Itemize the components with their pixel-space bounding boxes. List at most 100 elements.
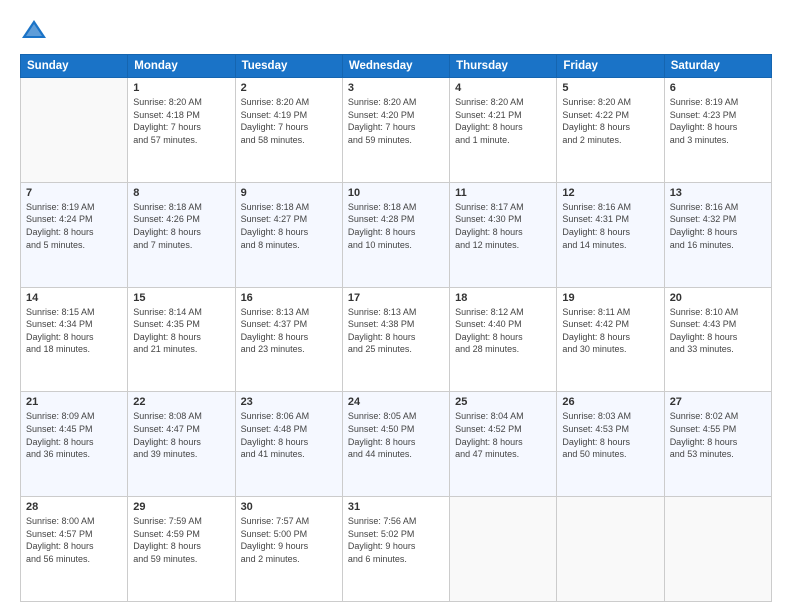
calendar-cell: 31 Sunrise: 7:56 AMSunset: 5:02 PMDayligh… — [342, 497, 449, 602]
calendar-cell: 3 Sunrise: 8:20 AMSunset: 4:20 PMDaylight… — [342, 78, 449, 183]
day-number: 8 — [133, 187, 229, 199]
day-info: Sunrise: 8:10 AMSunset: 4:43 PMDaylight:… — [670, 306, 766, 356]
calendar-cell: 22 Sunrise: 8:08 AMSunset: 4:47 PMDayligh… — [128, 392, 235, 497]
logo-icon — [20, 16, 48, 44]
day-info: Sunrise: 8:13 AMSunset: 4:37 PMDaylight:… — [241, 306, 337, 356]
day-number: 3 — [348, 82, 444, 94]
day-number: 6 — [670, 82, 766, 94]
day-info: Sunrise: 8:09 AMSunset: 4:45 PMDaylight:… — [26, 410, 122, 460]
calendar-week-row: 7 Sunrise: 8:19 AMSunset: 4:24 PMDaylight… — [21, 182, 772, 287]
calendar-cell: 20 Sunrise: 8:10 AMSunset: 4:43 PMDayligh… — [664, 287, 771, 392]
day-info: Sunrise: 8:12 AMSunset: 4:40 PMDaylight:… — [455, 306, 551, 356]
calendar-cell: 21 Sunrise: 8:09 AMSunset: 4:45 PMDayligh… — [21, 392, 128, 497]
day-info: Sunrise: 8:05 AMSunset: 4:50 PMDaylight:… — [348, 410, 444, 460]
calendar-cell: 11 Sunrise: 8:17 AMSunset: 4:30 PMDayligh… — [450, 182, 557, 287]
calendar-cell: 29 Sunrise: 7:59 AMSunset: 4:59 PMDayligh… — [128, 497, 235, 602]
calendar-cell: 17 Sunrise: 8:13 AMSunset: 4:38 PMDayligh… — [342, 287, 449, 392]
calendar-cell: 9 Sunrise: 8:18 AMSunset: 4:27 PMDaylight… — [235, 182, 342, 287]
day-info: Sunrise: 7:59 AMSunset: 4:59 PMDaylight:… — [133, 515, 229, 565]
day-info: Sunrise: 8:20 AMSunset: 4:21 PMDaylight:… — [455, 96, 551, 146]
day-info: Sunrise: 8:19 AMSunset: 4:23 PMDaylight:… — [670, 96, 766, 146]
day-number: 16 — [241, 292, 337, 304]
day-info: Sunrise: 8:19 AMSunset: 4:24 PMDaylight:… — [26, 201, 122, 251]
calendar-cell: 12Sunrise: 8:16 AMSunset: 4:31 PMDayligh… — [557, 182, 664, 287]
day-info: Sunrise: 8:13 AMSunset: 4:38 PMDaylight:… — [348, 306, 444, 356]
day-number: 15 — [133, 292, 229, 304]
column-header-sunday: Sunday — [21, 55, 128, 78]
day-number: 29 — [133, 501, 229, 513]
day-number: 18 — [455, 292, 551, 304]
day-number: 10 — [348, 187, 444, 199]
day-number: 1 — [133, 82, 229, 94]
calendar-cell: 19 Sunrise: 8:11 AMSunset: 4:42 PMDayligh… — [557, 287, 664, 392]
calendar-header-row: SundayMondayTuesdayWednesdayThursdayFrid… — [21, 55, 772, 78]
calendar-week-row: 21 Sunrise: 8:09 AMSunset: 4:45 PMDayligh… — [21, 392, 772, 497]
day-info: Sunrise: 8:00 AMSunset: 4:57 PMDaylight:… — [26, 515, 122, 565]
column-header-monday: Monday — [128, 55, 235, 78]
calendar-cell — [21, 78, 128, 183]
calendar-cell — [450, 497, 557, 602]
day-info: Sunrise: 8:03 AMSunset: 4:53 PMDaylight:… — [562, 410, 658, 460]
calendar-cell — [557, 497, 664, 602]
day-number: 17 — [348, 292, 444, 304]
day-info: Sunrise: 8:20 AMSunset: 4:18 PMDaylight:… — [133, 96, 229, 146]
calendar-cell: 30 Sunrise: 7:57 AMSunset: 5:00 PMDayligh… — [235, 497, 342, 602]
calendar-cell: 10 Sunrise: 8:18 AMSunset: 4:28 PMDayligh… — [342, 182, 449, 287]
calendar-week-row: 1 Sunrise: 8:20 AMSunset: 4:18 PMDaylight… — [21, 78, 772, 183]
day-number: 19 — [562, 292, 658, 304]
page-header — [20, 16, 772, 44]
column-header-tuesday: Tuesday — [235, 55, 342, 78]
calendar-cell: 1 Sunrise: 8:20 AMSunset: 4:18 PMDaylight… — [128, 78, 235, 183]
day-number: 26 — [562, 396, 658, 408]
day-info: Sunrise: 8:18 AMSunset: 4:26 PMDaylight:… — [133, 201, 229, 251]
day-info: Sunrise: 7:56 AMSunset: 5:02 PMDaylight:… — [348, 515, 444, 565]
day-info: Sunrise: 8:18 AMSunset: 4:28 PMDaylight:… — [348, 201, 444, 251]
calendar-cell: 27 Sunrise: 8:02 AMSunset: 4:55 PMDayligh… — [664, 392, 771, 497]
day-info: Sunrise: 8:02 AMSunset: 4:55 PMDaylight:… — [670, 410, 766, 460]
day-number: 5 — [562, 82, 658, 94]
day-number: 22 — [133, 396, 229, 408]
day-info: Sunrise: 8:20 AMSunset: 4:20 PMDaylight:… — [348, 96, 444, 146]
calendar-cell: 28Sunrise: 8:00 AMSunset: 4:57 PMDayligh… — [21, 497, 128, 602]
column-header-thursday: Thursday — [450, 55, 557, 78]
day-number: 23 — [241, 396, 337, 408]
day-number: 7 — [26, 187, 122, 199]
calendar-cell: 14Sunrise: 8:15 AMSunset: 4:34 PMDayligh… — [21, 287, 128, 392]
day-number: 20 — [670, 292, 766, 304]
calendar-week-row: 14Sunrise: 8:15 AMSunset: 4:34 PMDayligh… — [21, 287, 772, 392]
calendar-table: SundayMondayTuesdayWednesdayThursdayFrid… — [20, 54, 772, 602]
day-info: Sunrise: 8:06 AMSunset: 4:48 PMDaylight:… — [241, 410, 337, 460]
day-info: Sunrise: 8:18 AMSunset: 4:27 PMDaylight:… — [241, 201, 337, 251]
calendar-cell: 13Sunrise: 8:16 AMSunset: 4:32 PMDayligh… — [664, 182, 771, 287]
day-info: Sunrise: 8:11 AMSunset: 4:42 PMDaylight:… — [562, 306, 658, 356]
day-info: Sunrise: 7:57 AMSunset: 5:00 PMDaylight:… — [241, 515, 337, 565]
day-info: Sunrise: 8:16 AMSunset: 4:32 PMDaylight:… — [670, 201, 766, 251]
day-number: 9 — [241, 187, 337, 199]
calendar-cell: 6 Sunrise: 8:19 AMSunset: 4:23 PMDaylight… — [664, 78, 771, 183]
day-number: 21 — [26, 396, 122, 408]
day-number: 31 — [348, 501, 444, 513]
column-header-friday: Friday — [557, 55, 664, 78]
day-number: 30 — [241, 501, 337, 513]
column-header-wednesday: Wednesday — [342, 55, 449, 78]
logo — [20, 16, 52, 44]
calendar-cell: 26 Sunrise: 8:03 AMSunset: 4:53 PMDayligh… — [557, 392, 664, 497]
day-info: Sunrise: 8:16 AMSunset: 4:31 PMDaylight:… — [562, 201, 658, 251]
day-info: Sunrise: 8:15 AMSunset: 4:34 PMDaylight:… — [26, 306, 122, 356]
day-number: 11 — [455, 187, 551, 199]
calendar-cell: 8 Sunrise: 8:18 AMSunset: 4:26 PMDaylight… — [128, 182, 235, 287]
calendar-week-row: 28Sunrise: 8:00 AMSunset: 4:57 PMDayligh… — [21, 497, 772, 602]
calendar-cell: 15 Sunrise: 8:14 AMSunset: 4:35 PMDayligh… — [128, 287, 235, 392]
calendar-cell: 25Sunrise: 8:04 AMSunset: 4:52 PMDayligh… — [450, 392, 557, 497]
day-info: Sunrise: 8:08 AMSunset: 4:47 PMDaylight:… — [133, 410, 229, 460]
day-info: Sunrise: 8:14 AMSunset: 4:35 PMDaylight:… — [133, 306, 229, 356]
calendar-cell: 16 Sunrise: 8:13 AMSunset: 4:37 PMDayligh… — [235, 287, 342, 392]
column-header-saturday: Saturday — [664, 55, 771, 78]
calendar-cell: 4Sunrise: 8:20 AMSunset: 4:21 PMDaylight… — [450, 78, 557, 183]
calendar-cell: 7 Sunrise: 8:19 AMSunset: 4:24 PMDaylight… — [21, 182, 128, 287]
day-info: Sunrise: 8:04 AMSunset: 4:52 PMDaylight:… — [455, 410, 551, 460]
calendar-cell: 18 Sunrise: 8:12 AMSunset: 4:40 PMDayligh… — [450, 287, 557, 392]
day-info: Sunrise: 8:17 AMSunset: 4:30 PMDaylight:… — [455, 201, 551, 251]
day-number: 27 — [670, 396, 766, 408]
day-info: Sunrise: 8:20 AMSunset: 4:19 PMDaylight:… — [241, 96, 337, 146]
